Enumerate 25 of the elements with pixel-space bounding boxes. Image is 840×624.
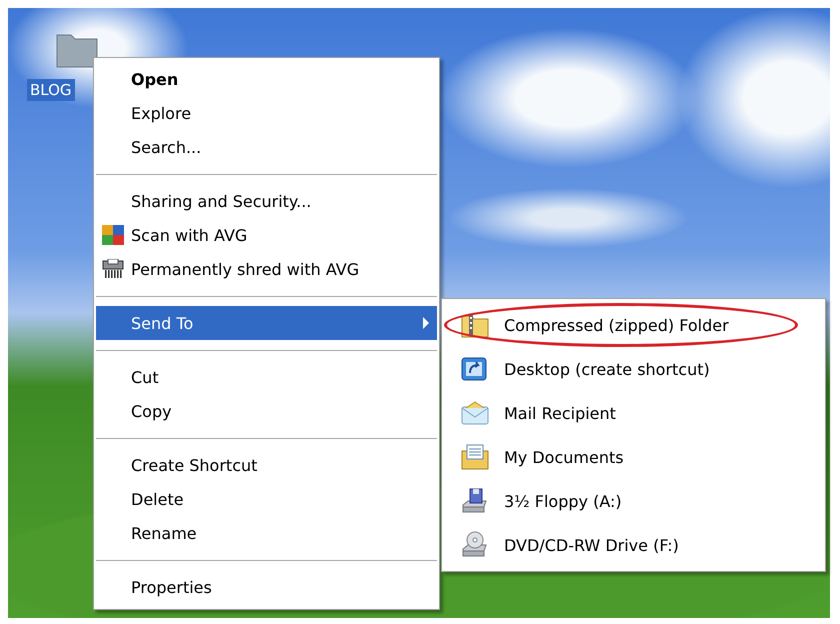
menu-item[interactable]: Send To: [96, 306, 437, 340]
icon-label[interactable]: BLOG: [27, 79, 75, 101]
menu-item[interactable]: Sharing and Security...: [96, 184, 437, 218]
menu-item[interactable]: 3½ Floppy (A:): [444, 479, 823, 523]
menu-item[interactable]: DVD/CD-RW Drive (F:): [444, 523, 823, 567]
menu-item[interactable]: My Documents: [444, 435, 823, 479]
menu-item[interactable]: Explore: [96, 96, 437, 130]
menu-item[interactable]: Desktop (create shortcut): [444, 347, 823, 391]
menu-item[interactable]: Create Shortcut: [96, 448, 437, 482]
menu-item[interactable]: Mail Recipient: [444, 391, 823, 435]
menu-item[interactable]: Copy: [96, 394, 437, 428]
menu-item[interactable]: Compressed (zipped) Folder: [444, 303, 823, 347]
menu-item[interactable]: Search...: [96, 130, 437, 164]
menu-item[interactable]: Permanently shred with AVG: [96, 252, 437, 286]
submenu-arrow-icon: [423, 317, 429, 329]
documents-folder-icon: [460, 443, 490, 471]
envelope-icon: [460, 399, 490, 427]
menu-item[interactable]: Scan with AVG: [96, 218, 437, 252]
shredder-icon: [102, 259, 124, 279]
menu-item[interactable]: Rename: [96, 516, 437, 550]
avg-icon: [102, 225, 124, 245]
menu-item[interactable]: Cut: [96, 360, 437, 394]
menu-item[interactable]: Open: [96, 62, 437, 96]
menu-item[interactable]: Properties: [96, 570, 437, 604]
menu-item[interactable]: Delete: [96, 482, 437, 516]
